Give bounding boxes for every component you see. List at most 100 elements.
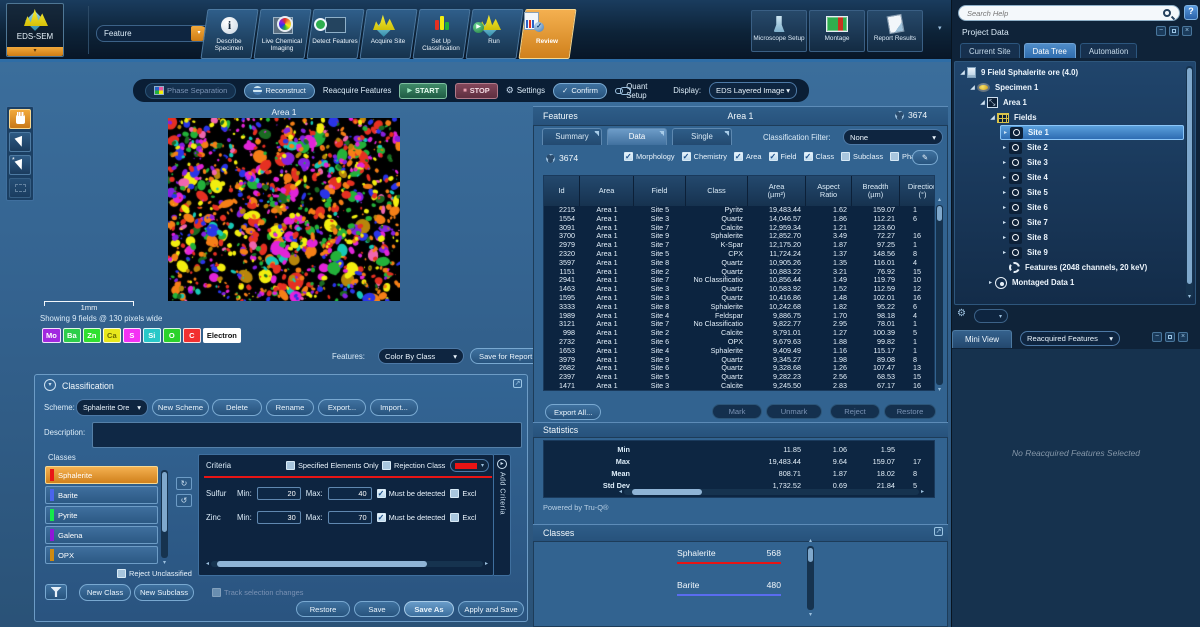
move-to-class-icon[interactable]: ↻ (176, 477, 192, 490)
reconstruct-button[interactable]: Reconstruct (244, 83, 315, 99)
exclude-toggle[interactable]: Excl (450, 489, 476, 498)
mark-button[interactable]: Mark (712, 404, 762, 419)
scroll-down-icon[interactable]: ▾ (161, 560, 168, 566)
track-selection-toggle[interactable]: Track selection changes (212, 588, 303, 597)
workflow-step[interactable]: Set Up Classification (416, 9, 467, 59)
tab-mini-view[interactable]: Mini View (952, 330, 1012, 348)
rename-button[interactable]: Rename (266, 399, 314, 416)
import-button[interactable]: Import... (370, 399, 418, 416)
project-data-tab[interactable]: Data Tree (1024, 43, 1076, 58)
expand-arrow-icon[interactable]: ◢ (958, 69, 967, 76)
min-input[interactable] (257, 511, 301, 524)
search-input[interactable] (959, 9, 1163, 18)
element-layer-button[interactable]: Zn (83, 328, 101, 343)
toolbar-button[interactable]: Montage (809, 10, 865, 52)
expand-icon[interactable]: ↗ (513, 379, 522, 388)
specified-elements-toggle[interactable]: Specified Elements Only (286, 461, 379, 470)
save-button[interactable]: Save (354, 601, 400, 617)
close-icon[interactable]: × (1182, 26, 1192, 36)
class-list-item[interactable]: Sphalerite (45, 466, 158, 484)
column-toggle[interactable]: Morphology (624, 152, 675, 161)
column-toggle[interactable]: Field (769, 152, 797, 161)
expand-arrow-icon[interactable]: ◢ (978, 99, 987, 106)
element-layer-button[interactable]: O (163, 328, 181, 343)
save-for-report-button[interactable]: Save for Report (470, 348, 541, 364)
pan-tool-button[interactable] (9, 109, 31, 129)
classes-list-scrollbar-thumb[interactable] (162, 472, 167, 532)
tree-node[interactable]: ▸ Site 8 (1000, 230, 1184, 245)
element-layer-button[interactable]: Electron (203, 328, 241, 343)
max-input[interactable] (328, 487, 372, 500)
classes-list-scrollbar[interactable] (161, 470, 168, 558)
scroll-right-icon[interactable]: ▸ (921, 489, 924, 495)
tree-node[interactable]: ◢ 9 Field Sphalerite ore (4.0) (958, 65, 1184, 80)
classes-scrollbar-thumb[interactable] (808, 548, 813, 562)
tree-node[interactable]: ▸ Montaged Data 1 (986, 275, 1184, 290)
class-filter-button[interactable] (45, 584, 67, 600)
statistics-hscrollbar[interactable]: ◂ ▸ (619, 489, 924, 495)
tree-node[interactable]: ▸ Site 9 (1000, 245, 1184, 260)
expand-arrow-icon[interactable]: ▸ (1000, 219, 1009, 226)
column-header[interactable]: Area (580, 176, 634, 206)
tree-node[interactable]: ◢ Fields (988, 110, 1184, 125)
element-layer-button[interactable]: Mo (42, 328, 61, 343)
column-header[interactable]: Class (686, 176, 748, 206)
scroll-down-icon[interactable]: ▾ (806, 612, 815, 618)
reject-unclassified-toggle[interactable]: Reject Unclassified (117, 569, 192, 578)
scroll-left-icon[interactable]: ◂ (619, 489, 622, 495)
expand-arrow-icon[interactable]: ▸ (1000, 144, 1009, 151)
tree-node[interactable]: ◢ Area 1 (978, 95, 1184, 110)
restore-scheme-button[interactable]: Restore (296, 601, 350, 617)
scroll-right-icon[interactable]: ▸ (485, 561, 488, 567)
scroll-down-icon[interactable]: ▾ (936, 387, 943, 393)
element-layer-button[interactable]: S (123, 328, 141, 343)
gear-plus-icon[interactable]: ⚙ (957, 308, 966, 319)
zoom-rect-tool-button[interactable] (9, 178, 31, 198)
help-button[interactable]: ? (1184, 5, 1198, 20)
tree-node[interactable]: ▸ Site 4 (1000, 170, 1184, 185)
select-tool-button[interactable] (9, 132, 31, 152)
minimize-icon[interactable]: − (1152, 332, 1162, 342)
maximize-icon[interactable] (1169, 26, 1179, 36)
tree-node[interactable]: ▸ Site 2 (1000, 140, 1184, 155)
element-layer-button[interactable]: Ba (63, 328, 81, 343)
app-logo-button[interactable]: EDS-SEM ▾ (6, 3, 64, 57)
tree-node[interactable]: ◢ Specimen 1 (968, 80, 1184, 95)
toolbar-button[interactable]: Report Results (867, 10, 923, 52)
expand-arrow-icon[interactable]: ◢ (988, 114, 997, 121)
expand-arrow-icon[interactable]: ▸ (1000, 234, 1009, 241)
stop-button[interactable]: ■ STOP (455, 83, 498, 99)
element-layer-button[interactable]: C (183, 328, 201, 343)
add-criteria-tab[interactable]: ▸ Add Criteria (494, 454, 511, 576)
description-input[interactable] (92, 422, 522, 448)
column-header[interactable]: Area(µm²) (748, 176, 806, 206)
phase-map-image[interactable] (168, 118, 400, 301)
features-tab[interactable]: Single (672, 128, 732, 145)
class-color-dropdown[interactable]: ▾ (450, 459, 489, 472)
scheme-dropdown[interactable]: Sphalerite Ore ▾ (76, 399, 148, 416)
search-icon[interactable] (1163, 9, 1171, 17)
class-list-item[interactable]: Galena (45, 526, 158, 544)
save-as-button[interactable]: Save As (404, 601, 454, 617)
workflow-step[interactable]: ▶ Run (469, 9, 520, 59)
tree-scrollbar[interactable] (1186, 66, 1193, 298)
expand-arrow-icon[interactable]: ▸ (1000, 189, 1009, 196)
toolbar-overflow-caret[interactable]: ▾ (938, 24, 942, 32)
expand-arrow-icon[interactable]: ▸ (1001, 129, 1010, 136)
expand-icon[interactable]: ↗ (934, 527, 943, 536)
column-toggle[interactable]: Class (804, 152, 834, 161)
element-layer-button[interactable]: Si (143, 328, 161, 343)
phase-separation-button[interactable]: Phase Separation (145, 83, 236, 99)
expand-arrow-icon[interactable]: ▸ (1000, 249, 1009, 256)
column-header[interactable]: Id (544, 176, 580, 206)
workflow-step[interactable]: Describe Specimen (204, 9, 255, 59)
class-list-item[interactable]: Barite (45, 486, 158, 504)
new-subclass-button[interactable]: New Subclass (134, 584, 194, 601)
class-list-item[interactable]: Pyrite (45, 506, 158, 524)
tree-node[interactable]: ▸ Site 7 (1000, 215, 1184, 230)
min-input[interactable] (257, 487, 301, 500)
apply-and-save-button[interactable]: Apply and Save (458, 601, 524, 617)
column-toggle[interactable]: Chemistry (682, 152, 727, 161)
tree-node[interactable]: ▸ Site 1 (1000, 125, 1184, 140)
column-toggle[interactable]: Subclass (841, 152, 883, 161)
